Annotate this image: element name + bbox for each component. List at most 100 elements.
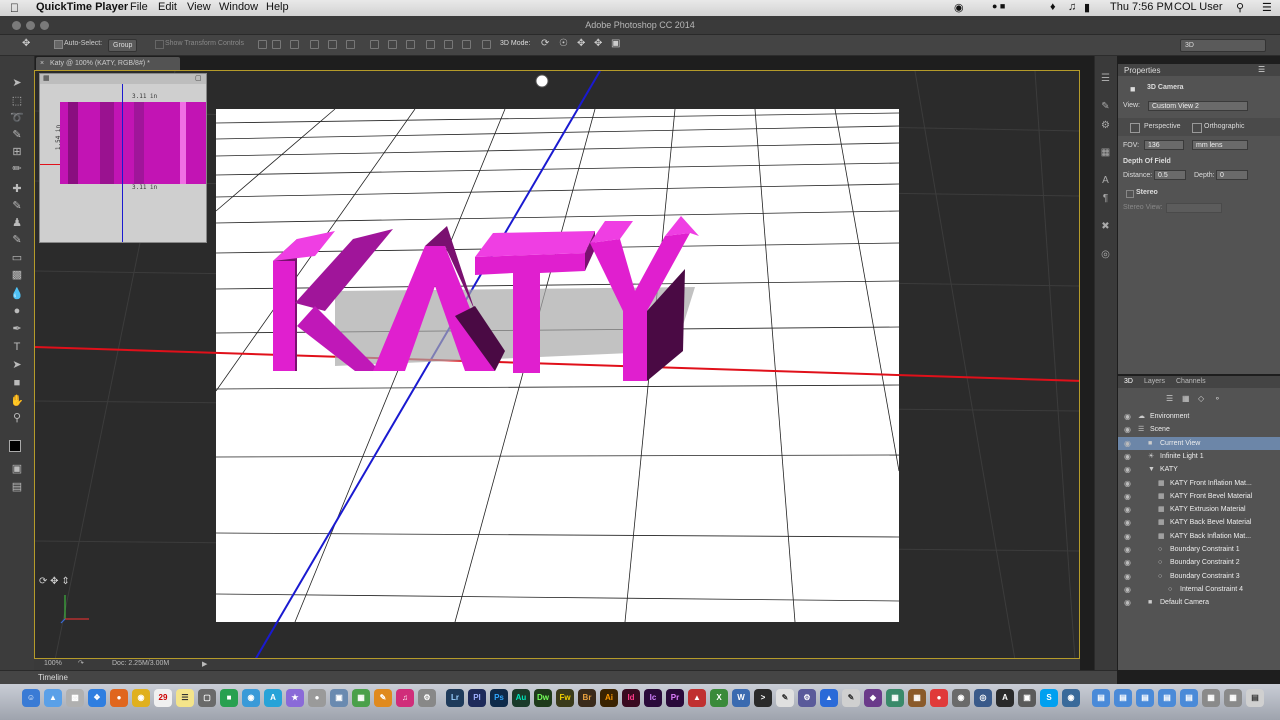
distribute-right-icon[interactable]	[462, 40, 471, 49]
share-icon[interactable]: ↷	[78, 659, 84, 667]
dock-app-fw[interactable]: Fw	[556, 689, 574, 707]
eyedropper-tool-icon[interactable]: ✏	[9, 162, 25, 176]
visibility-eye-icon[interactable]: ◉	[1124, 477, 1131, 490]
finder-icon[interactable]: ☺	[22, 689, 40, 707]
system-prefs-icon[interactable]: ⚙	[418, 689, 436, 707]
tab-layers[interactable]: Layers	[1144, 378, 1165, 385]
textedit-icon[interactable]: ✎	[842, 689, 860, 707]
brush-tool-icon[interactable]: ✎	[9, 199, 25, 213]
scene-tree-item[interactable]: ◉ ○ Boundary Constraint 2	[1118, 556, 1280, 569]
filter-lights-icon[interactable]: ⚬	[1214, 394, 1221, 403]
orthographic-icon[interactable]	[1192, 123, 1202, 133]
calendar-icon[interactable]: 29	[154, 689, 172, 707]
perspective-option[interactable]: Perspective	[1144, 123, 1181, 130]
network-icon[interactable]: ◎	[974, 689, 992, 707]
books-icon[interactable]: ▦	[908, 689, 926, 707]
stereo-view-dropdown[interactable]	[1166, 203, 1222, 213]
auto-select-dropdown[interactable]: Group	[108, 39, 138, 52]
downloads-folder-icon[interactable]: ▤	[1136, 689, 1154, 707]
close-tab-icon[interactable]: ×	[40, 57, 44, 70]
acrobat-icon[interactable]: ▲	[688, 689, 706, 707]
screen-mode-icon[interactable]: ▤	[9, 480, 25, 494]
properties-title[interactable]: Properties	[1124, 66, 1160, 75]
dock-app-dw[interactable]: Dw	[534, 689, 552, 707]
menu-app-name[interactable]: QuickTime Player	[36, 1, 128, 13]
pan-3d-icon[interactable]: ✥	[577, 38, 585, 49]
move-tool-icon[interactable]: ➤	[9, 76, 25, 90]
battery-icon[interactable]: ▮	[1084, 1, 1090, 14]
menu-clock[interactable]: Thu 7:56 PM	[1110, 1, 1173, 13]
record-icon[interactable]: ◉	[954, 1, 964, 14]
light-handle-icon[interactable]	[535, 74, 549, 88]
safari-icon[interactable]: ❖	[88, 689, 106, 707]
scene-tree-item[interactable]: ◉ ■ Current View	[1118, 436, 1280, 450]
dodge-tool-icon[interactable]: ●	[9, 304, 25, 318]
distance-input[interactable]: 0.5	[1154, 170, 1186, 180]
visibility-eye-icon[interactable]: ◉	[1124, 423, 1131, 436]
keychain-icon[interactable]: ◆	[864, 689, 882, 707]
word-icon[interactable]: W	[732, 689, 750, 707]
stack2-icon[interactable]: ▦	[1224, 689, 1242, 707]
orbit-3d-icon[interactable]: ⟳	[541, 38, 549, 49]
eraser-tool-icon[interactable]: ▭	[9, 251, 25, 265]
stamp-tool-icon[interactable]: ♟	[9, 216, 25, 230]
utility-icon[interactable]: ⚙	[798, 689, 816, 707]
visibility-eye-icon[interactable]: ◉	[1124, 437, 1131, 450]
scene-tree-item[interactable]: ◉ ○ Boundary Constraint 3	[1118, 570, 1280, 583]
stereo-checkbox[interactable]	[1126, 190, 1134, 198]
scene-tree-item[interactable]: ◉ ▦ KATY Back Inflation Mat...	[1118, 530, 1280, 543]
secondary-view[interactable]: ▦ ▢ 3.11 in 3.11 in 1.54 in	[39, 73, 207, 243]
scene-tree-item[interactable]: ◉ ○ Boundary Constraint 1	[1118, 543, 1280, 556]
notes-icon[interactable]: ☰	[176, 689, 194, 707]
scene-tree-item[interactable]: ◉ ☰ Scene	[1118, 423, 1280, 436]
healing-tool-icon[interactable]: ✚	[9, 182, 25, 196]
quick-mask-icon[interactable]: ▣	[9, 462, 25, 476]
dock-app-br[interactable]: Br	[578, 689, 596, 707]
adjust-panel-icon[interactable]: ⚙	[1098, 119, 1113, 132]
skype-icon[interactable]: S	[1040, 689, 1058, 707]
visibility-eye-icon[interactable]: ◉	[1124, 530, 1131, 543]
menu-view[interactable]: View	[187, 1, 211, 13]
visibility-eye-icon[interactable]: ◉	[1124, 556, 1131, 569]
align-right-icon[interactable]	[346, 40, 355, 49]
scene-tree-item[interactable]: ◉ ▦ KATY Front Bevel Material	[1118, 490, 1280, 503]
visibility-eye-icon[interactable]: ◉	[1124, 583, 1131, 596]
dock-app-au[interactable]: Au	[512, 689, 530, 707]
fov-input[interactable]: 136	[1144, 140, 1184, 150]
crop-tool-icon[interactable]: ⊞	[9, 145, 25, 159]
distribute-top-icon[interactable]	[370, 40, 379, 49]
filter-scene-icon[interactable]: ☰	[1166, 394, 1173, 403]
volume-icon[interactable]: ♫	[1068, 1, 1076, 13]
firefox-icon[interactable]: ●	[110, 689, 128, 707]
scene-tree-item[interactable]: ◉ ○ Internal Constraint 4	[1118, 583, 1280, 596]
app-store-icon[interactable]: A	[264, 689, 282, 707]
align-hcenter-icon[interactable]	[328, 40, 337, 49]
visibility-eye-icon[interactable]: ◉	[1124, 463, 1131, 476]
path-select-tool-icon[interactable]: ➤	[9, 358, 25, 372]
dock-app-id[interactable]: Id	[622, 689, 640, 707]
dock-app-pl[interactable]: Pl	[468, 689, 486, 707]
panel-menu-icon[interactable]: ☰	[1258, 65, 1265, 74]
history-brush-icon[interactable]: ✎	[9, 233, 25, 247]
canvas-area[interactable]: ▦ ▢ 3.11 in 3.11 in 1.54 in ⟳ ✥ ⇕	[34, 70, 1080, 659]
view-dropdown[interactable]: Custom View 2	[1148, 101, 1248, 111]
orthographic-option[interactable]: Orthographic	[1204, 123, 1244, 130]
tab-channels[interactable]: Channels	[1176, 378, 1206, 385]
dock-app-pr[interactable]: Pr	[666, 689, 684, 707]
character-panel-icon[interactable]: A	[1098, 174, 1113, 187]
tab-3d[interactable]: 3D	[1124, 378, 1133, 385]
dock-app-ic[interactable]: Ic	[644, 689, 662, 707]
pen-tool-icon[interactable]: ✒	[9, 322, 25, 336]
activity-icon[interactable]: ▦	[886, 689, 904, 707]
visibility-eye-icon[interactable]: ◉	[1124, 503, 1131, 516]
scene-tree-item[interactable]: ◉ ▦ KATY Extrusion Material	[1118, 503, 1280, 516]
align-vcenter-icon[interactable]	[272, 40, 281, 49]
terminal-icon[interactable]: >	[754, 689, 772, 707]
gradient-tool-icon[interactable]: ▩	[9, 268, 25, 282]
scene-tree-item[interactable]: ◉ ▼ KATY	[1118, 463, 1280, 476]
documents-folder-icon[interactable]: ▤	[1114, 689, 1132, 707]
tool-presets-icon[interactable]: ✖	[1098, 220, 1113, 233]
status-menu-arrow-icon[interactable]: ▶	[202, 660, 207, 668]
foreground-color-swatch[interactable]	[9, 440, 21, 452]
trash-icon[interactable]: ▤	[1246, 689, 1264, 707]
